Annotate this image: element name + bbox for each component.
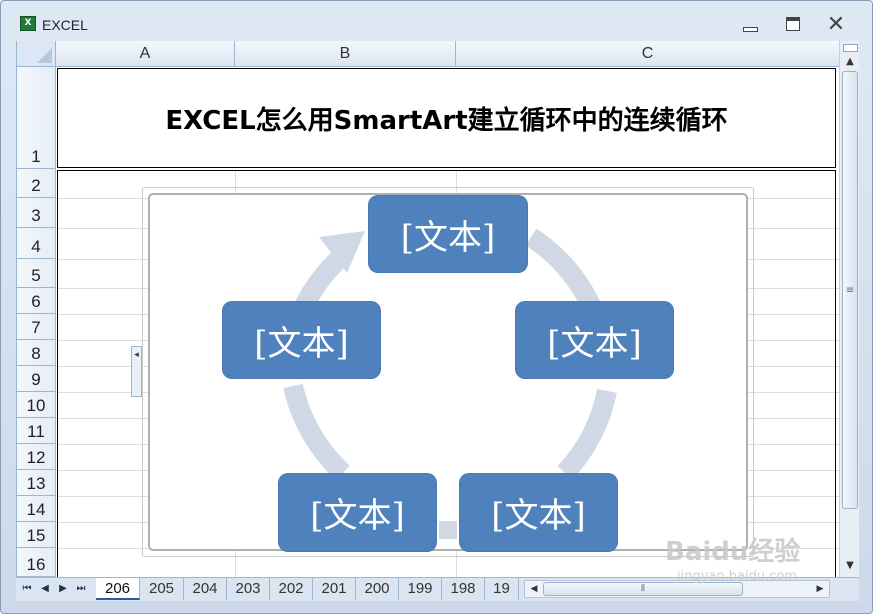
- sheet-tab-19[interactable]: 19: [485, 578, 519, 600]
- cycle-arrow-segment: [557, 388, 617, 480]
- sheet-tab-202[interactable]: 202: [270, 578, 313, 600]
- scroll-down-icon[interactable]: ▼: [842, 558, 858, 574]
- smartart-node-4[interactable]: [文本]: [279, 474, 436, 551]
- sheet-tab-198[interactable]: 198: [442, 578, 485, 600]
- close-button[interactable]: ✕: [824, 14, 848, 36]
- excel-icon[interactable]: X: [20, 16, 36, 31]
- smartart-node-2[interactable]: [文本]: [516, 302, 673, 378]
- horizontal-scroll-thumb[interactable]: ⦀: [543, 582, 743, 596]
- title-bar: X EXCEL ✕: [1, 1, 872, 41]
- smartart-node-5[interactable]: [文本]: [223, 302, 380, 378]
- baidu-watermark: Baidu经验: [665, 537, 801, 567]
- vertical-scroll-thumb[interactable]: ≡: [842, 71, 858, 509]
- sheet-tab-206[interactable]: 206: [96, 578, 140, 600]
- split-box[interactable]: [843, 44, 858, 52]
- scroll-up-icon[interactable]: ▲: [842, 54, 858, 70]
- restore-button[interactable]: [781, 15, 805, 35]
- sheet-tab-201[interactable]: 201: [313, 578, 356, 600]
- window-title: EXCEL: [42, 17, 88, 33]
- worksheet-grid[interactable]: A B C 1 2 3 4 5 6 7 8 9 10 11 12 13 14 1…: [16, 41, 840, 577]
- minimize-button[interactable]: [738, 15, 762, 35]
- scroll-right-icon[interactable]: ▶: [813, 581, 827, 597]
- sheet-tab-200[interactable]: 200: [356, 578, 399, 600]
- excel-window: X EXCEL ✕ A B C 1 2 3 4 5 6 7 8 9 10 11 …: [0, 0, 873, 614]
- sheet-tab-199[interactable]: 199: [399, 578, 442, 600]
- cycle-arrow-segment: [439, 521, 457, 539]
- smartart-node-3[interactable]: [文本]: [460, 474, 617, 551]
- last-sheet-icon[interactable]: ⏭: [74, 581, 88, 597]
- vertical-scrollbar[interactable]: ▲ ≡ ▼: [839, 41, 859, 577]
- cycle-arrow-segment: [283, 383, 350, 481]
- first-sheet-icon[interactable]: ⏮: [20, 581, 34, 597]
- scroll-left-icon[interactable]: ◀: [527, 581, 541, 597]
- sheet-tab-205[interactable]: 205: [140, 578, 184, 600]
- next-sheet-icon[interactable]: ▶: [56, 581, 70, 597]
- prev-sheet-icon[interactable]: ◀: [38, 581, 52, 597]
- smartart-node-1[interactable]: [文本]: [369, 196, 527, 272]
- sheet-tab-203[interactable]: 203: [227, 578, 270, 600]
- baidu-watermark-url: jingyan.baidu.com: [677, 569, 797, 584]
- sheet-tab-204[interactable]: 204: [184, 578, 227, 600]
